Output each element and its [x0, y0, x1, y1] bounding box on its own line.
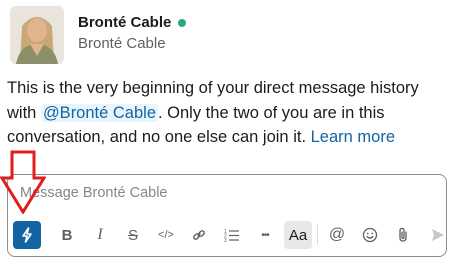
annotation-arrow-icon [0, 150, 46, 214]
message-composer: B I S </> 1 2 3 ••• Aa @ [7, 174, 447, 257]
lightning-icon [22, 227, 32, 243]
at-icon: @ [328, 226, 346, 243]
user-mention[interactable]: @Bronté Cable [40, 103, 158, 122]
more-formatting-button[interactable]: ••• [251, 221, 279, 249]
code-icon: </> [158, 229, 174, 241]
emoji-button[interactable] [356, 221, 384, 249]
strikethrough-icon: S [127, 226, 138, 244]
link-icon [193, 230, 205, 240]
attach-button[interactable] [389, 221, 417, 249]
send-icon [432, 229, 444, 241]
svg-text:3: 3 [224, 238, 227, 242]
link-button[interactable] [185, 221, 213, 249]
shortcuts-button[interactable] [13, 221, 41, 249]
mention-button[interactable]: @ [323, 221, 351, 249]
toolbar-divider [317, 225, 318, 245]
composer-toolbar: B I S </> 1 2 3 ••• Aa @ [13, 219, 455, 251]
strikethrough-button[interactable]: S [119, 221, 147, 249]
bold-button[interactable]: B [53, 221, 81, 249]
attach-icon [399, 227, 407, 242]
profile-name[interactable]: Bronté Cable [78, 14, 171, 31]
profile-subtitle: Bronté Cable [78, 35, 166, 52]
dm-intro-text: This is the very beginning of your direc… [7, 76, 447, 150]
presence-active-icon [178, 18, 187, 27]
emoji-icon [362, 227, 378, 243]
send-button[interactable] [424, 221, 452, 249]
code-button[interactable]: </> [152, 221, 180, 249]
message-input[interactable] [20, 185, 420, 201]
italic-icon: I [97, 226, 103, 243]
formatting-toggle-button[interactable]: Aa [284, 221, 312, 249]
numbered-list-button[interactable]: 1 2 3 [218, 221, 246, 249]
avatar[interactable] [10, 6, 64, 64]
numbered-list-icon: 1 2 3 [224, 229, 239, 242]
bold-icon: B [61, 226, 73, 244]
learn-more-link[interactable]: Learn more [311, 128, 395, 146]
formatting-toggle-icon: Aa [288, 226, 308, 244]
more-icon: ••• [261, 229, 269, 241]
profile-name-row: Bronté Cable [78, 14, 187, 31]
italic-button[interactable]: I [86, 221, 114, 249]
